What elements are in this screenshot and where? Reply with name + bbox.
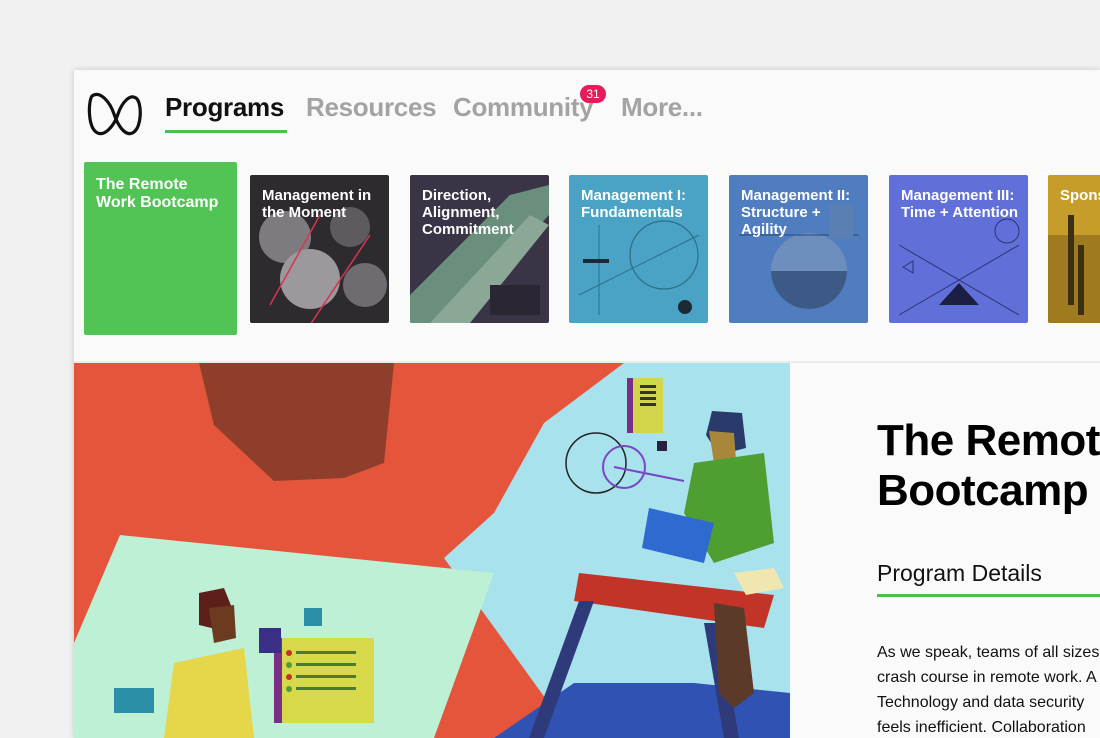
description-line: crash course in remote work. A xyxy=(877,669,1097,686)
program-card-title: Management III: Time + Attention xyxy=(901,187,1019,221)
description-line: feels inefficient. Collaboration xyxy=(877,719,1086,736)
program-card-sponsor[interactable]: Spons xyxy=(1048,175,1100,323)
program-card-title: Spons xyxy=(1060,187,1100,204)
program-card-title: Management II: Structure + Agility xyxy=(741,187,851,238)
active-tab-underline xyxy=(165,130,287,133)
brand-logo[interactable] xyxy=(86,86,144,138)
program-card-title: Management in the Moment xyxy=(262,187,372,221)
tab-resources[interactable]: Resources xyxy=(306,92,437,123)
program-card-title: Management I: Fundamentals xyxy=(581,187,687,221)
program-description: As we speak, teams of all sizes crash co… xyxy=(877,640,1100,738)
program-card-management-2-structure-agility[interactable]: Management II: Structure + Agility xyxy=(729,175,868,323)
tab-programs[interactable]: Programs xyxy=(165,92,284,123)
community-notification-badge: 31 xyxy=(580,85,606,103)
program-title-line-2: Bootcamp xyxy=(877,466,1089,515)
program-card-title: The Remote Work Bootcamp xyxy=(96,176,219,211)
program-card-management-3-time-attention[interactable]: Management III: Time + Attention xyxy=(889,175,1028,323)
program-card-management-in-the-moment[interactable]: Management in the Moment xyxy=(250,175,389,323)
program-card-title: Direction, Alignment, Commitment xyxy=(422,187,514,238)
description-line: Technology and data security xyxy=(877,694,1085,711)
program-card-direction-alignment-commitment[interactable]: Direction, Alignment, Commitment xyxy=(410,175,549,323)
program-title: The Remot Bootcamp xyxy=(877,416,1100,516)
tab-more[interactable]: More... xyxy=(621,92,703,123)
program-title-line-1: The Remot xyxy=(877,416,1100,465)
app-window: Programs Resources Community 31 More... … xyxy=(74,70,1100,738)
hero-illustration xyxy=(74,363,790,738)
program-card-management-1-fundamentals[interactable]: Management I: Fundamentals xyxy=(569,175,708,323)
tab-community[interactable]: Community xyxy=(453,92,594,123)
program-card-remote-work-bootcamp[interactable]: The Remote Work Bootcamp xyxy=(84,162,237,335)
program-details-underline xyxy=(877,594,1100,597)
description-line: As we speak, teams of all sizes xyxy=(877,644,1100,661)
program-details-heading: Program Details xyxy=(877,560,1042,586)
